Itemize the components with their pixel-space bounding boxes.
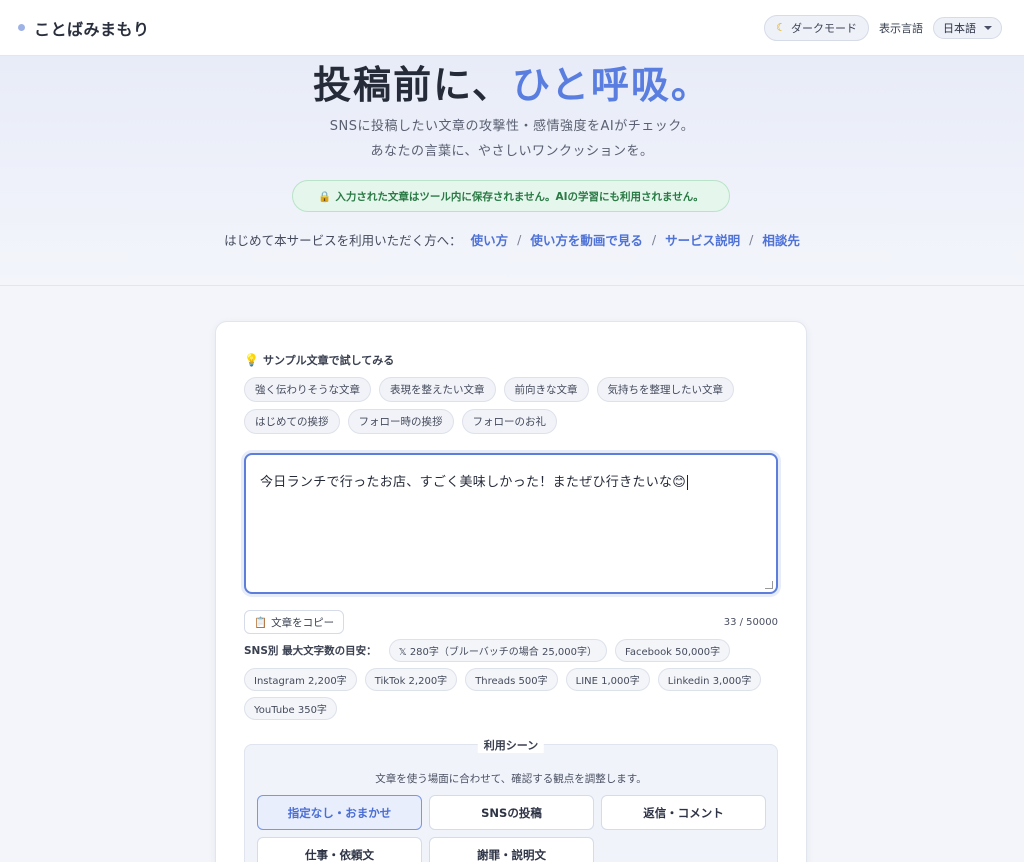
lock-icon: 🔒 — [318, 190, 332, 203]
link-service-description[interactable]: サービス説明 — [665, 230, 740, 249]
sample-chip[interactable]: はじめての挨拶 — [244, 409, 340, 434]
link-separator: / — [651, 232, 657, 247]
hero-title-main: 投稿前に、 — [313, 62, 512, 107]
limit-chip-line: LINE 1,000字 — [565, 668, 650, 691]
sample-chip[interactable]: 強く伝わりそうな文章 — [244, 377, 371, 402]
hero-title: 投稿前に、ひと呼吸。 — [0, 54, 1024, 109]
sample-chip[interactable]: 前向きな文章 — [503, 377, 589, 402]
usage-scene-group: 利用シーン 文章を使う場面に合わせて、確認する観点を調整します。 指定なし・おま… — [244, 737, 778, 862]
scene-option-sns-post[interactable]: SNSの投稿 — [429, 795, 594, 830]
checker-card: 💡 サンプル文章で試してみる 強く伝わりそうな文章 表現を整えたい文章 前向きな… — [215, 321, 807, 862]
header-controls: ☾ ダークモード 表示言語 日本語 — [764, 14, 1002, 41]
limit-chip-youtube: YouTube 350字 — [244, 697, 337, 720]
brand-name: ことばみまもり — [34, 19, 150, 39]
scene-option-reply[interactable]: 返信・コメント — [601, 795, 766, 830]
dark-mode-label: ダークモード — [791, 21, 857, 35]
lightbulb-icon: 💡 — [244, 353, 259, 367]
language-value: 日本語 — [943, 21, 976, 35]
usage-scene-description: 文章を使う場面に合わせて、確認する観点を調整します。 — [375, 773, 647, 785]
top-bar: ことばみまもり ☾ ダークモード 表示言語 日本語 — [0, 0, 1024, 56]
scene-option-default[interactable]: 指定なし・おまかせ — [257, 795, 422, 830]
resize-handle-icon[interactable] — [765, 581, 773, 589]
samples-title-text: サンプル文章で試してみる — [262, 354, 395, 367]
sns-limits-label: SNS別 最大文字数の目安： — [244, 645, 377, 657]
privacy-notice: 🔒 入力された文章はツール内に保存されません。AIの学習にも利用されません。 — [292, 180, 730, 212]
usage-scene-title: 利用シーン — [477, 737, 545, 753]
dark-mode-button[interactable]: ☾ ダークモード — [764, 14, 869, 41]
hero-subtitle-line1: SNSに投稿したい文章の攻撃性・感情強度をAIがチェック。 — [329, 119, 695, 134]
link-video-guide[interactable]: 使い方を動画で見る — [530, 230, 643, 249]
link-separator: / — [749, 232, 754, 247]
limit-chip-tiktok: TikTok 2,200字 — [364, 668, 458, 691]
language-select[interactable]: 日本語 — [933, 16, 1002, 39]
limit-chip-instagram: Instagram 2,200字 — [244, 668, 357, 691]
moon-icon: ☾ — [776, 21, 786, 34]
privacy-notice-text: 入力された文章はツール内に保存されません。AIの学習にも利用されません。 — [335, 190, 704, 203]
intro-links: はじめて本サービスを利用いただく方へ： 使い方 / 使い方を動画で見る / サー… — [0, 230, 1024, 249]
sns-limits: SNS別 最大文字数の目安： 𝕏 280字（ブルーバッチの場合 25,000字）… — [244, 639, 784, 720]
scene-option-apology[interactable]: 謝罪・説明文 — [429, 837, 594, 862]
sample-chip[interactable]: 気持ちを整理したい文章 — [596, 377, 734, 402]
hero-section: 投稿前に、ひと呼吸。 SNSに投稿したい文章の攻撃性・感情強度をAIがチェック。… — [0, 56, 1024, 286]
clipboard-icon: 📋 — [254, 616, 268, 629]
samples-title: 💡 サンプル文章で試してみる — [244, 352, 394, 368]
language-label: 表示言語 — [879, 21, 923, 35]
text-cursor — [687, 475, 689, 490]
link-separator: / — [517, 232, 522, 247]
post-text-input[interactable]: 今日ランチで行ったお店、すごく美味しかった！またぜひ行きたいな😊 — [244, 453, 778, 594]
link-how-to-use[interactable]: 使い方 — [471, 230, 509, 249]
sample-chip[interactable]: フォロー時の挨拶 — [347, 409, 454, 434]
post-text-value: 今日ランチで行ったお店、すごく美味しかった！またぜひ行きたいな😊 — [260, 475, 687, 490]
hero-title-accent: ひと呼吸。 — [512, 62, 711, 107]
hero-subtitle-line2: あなたの言葉に、やさしいワンクッションを。 — [370, 144, 654, 159]
sample-chips: 強く伝わりそうな文章 表現を整えたい文章 前向きな文章 気持ちを整理したい文章 … — [244, 377, 784, 434]
character-counter: 33 / 50000 — [723, 617, 778, 628]
brand-dot-icon — [18, 24, 25, 31]
limit-chip-x: 𝕏 280字（ブルーバッチの場合 25,000字） — [388, 639, 607, 662]
sample-chip[interactable]: フォローのお礼 — [461, 409, 557, 434]
brand[interactable]: ことばみまもり — [18, 16, 150, 40]
copy-text-label: 文章をコピー — [271, 616, 335, 629]
scene-option-work-request[interactable]: 仕事・依頼文 — [257, 837, 422, 862]
copy-text-button[interactable]: 📋 文章をコピー — [244, 610, 345, 634]
limit-chip-threads: Threads 500字 — [465, 668, 558, 691]
link-consultation[interactable]: 相談先 — [762, 230, 800, 249]
sample-chip[interactable]: 表現を整えたい文章 — [379, 377, 496, 402]
limit-chip-linkedin: Linkedin 3,000字 — [657, 668, 762, 691]
usage-scene-options: 指定なし・おまかせ SNSの投稿 返信・コメント 仕事・依頼文 謝罪・説明文 — [257, 795, 766, 862]
limit-chip-facebook: Facebook 50,000字 — [614, 639, 731, 662]
intro-prefix: はじめて本サービスを利用いただく方へ： — [224, 233, 462, 248]
chevron-down-icon — [984, 25, 992, 30]
